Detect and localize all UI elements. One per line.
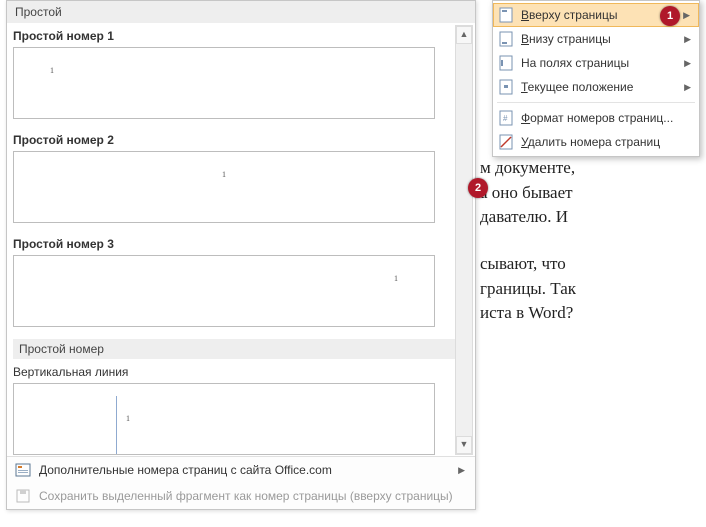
gallery-item-preview-1[interactable]: 1 (13, 47, 435, 119)
menu-format-numbers[interactable]: # Формат номеров страниц... (493, 106, 699, 130)
page-current-icon (497, 78, 515, 96)
save-icon (15, 488, 31, 504)
menu-separator (497, 102, 695, 103)
gallery-item-label: Простой номер 2 (13, 131, 469, 151)
menu-label: Удалить номера страниц (521, 135, 660, 149)
format-icon: # (497, 109, 515, 127)
menu-bottom-of-page[interactable]: Внизу страницы ▶ (493, 27, 699, 51)
svg-text:#: # (503, 114, 508, 123)
gallery-item-label: Простой номер 3 (13, 235, 469, 255)
chevron-right-icon: ▶ (684, 34, 691, 45)
menu-label: Вверху страницы (521, 8, 617, 22)
gallery-footer: Дополнительные номера страниц с сайта Of… (7, 456, 475, 509)
page-margin-icon (497, 54, 515, 72)
more-from-office-label: Дополнительные номера страниц с сайта Of… (39, 463, 332, 477)
scroll-track[interactable] (456, 44, 472, 436)
scroll-down-icon[interactable]: ▼ (456, 436, 472, 454)
remove-icon (497, 133, 515, 151)
page-bottom-icon (497, 30, 515, 48)
gallery-item-preview-2[interactable]: 1 (13, 151, 435, 223)
more-from-office-button[interactable]: Дополнительные номера страниц с сайта Of… (7, 457, 475, 483)
gallery-section-simple: Простой (7, 1, 475, 23)
chevron-right-icon: ▶ (684, 58, 691, 69)
page-number-gallery: Простой Простой номер 1 1 Простой номер … (6, 0, 476, 510)
scroll-up-icon[interactable]: ▲ (456, 26, 472, 44)
office-icon (15, 462, 31, 478)
chevron-right-icon: ▶ (458, 465, 465, 476)
gallery-item-label: Вертикальная линия (13, 363, 469, 383)
menu-current-position[interactable]: Текущее положение ▶ (493, 75, 699, 99)
menu-page-margins[interactable]: На полях страницы ▶ (493, 51, 699, 75)
menu-label: Формат номеров страниц... (521, 111, 673, 125)
document-body-text: м документе, а оно бывает давателю. И сы… (480, 156, 680, 326)
page-top-icon (497, 6, 515, 24)
gallery-body: Простой номер 1 1 Простой номер 2 1 Прос… (7, 23, 475, 456)
chevron-right-icon: ▶ (683, 10, 690, 21)
annotation-marker-1: 1 (660, 6, 680, 26)
save-selection-button: Сохранить выделенный фрагмент как номер … (7, 483, 475, 509)
annotation-marker-2: 2 (468, 178, 488, 198)
menu-label: На полях страницы (521, 56, 629, 70)
gallery-item-preview-3[interactable]: 1 (13, 255, 435, 327)
chevron-right-icon: ▶ (684, 82, 691, 93)
menu-label: Внизу страницы (521, 32, 611, 46)
save-selection-label: Сохранить выделенный фрагмент как номер … (39, 489, 453, 503)
gallery-scrollbar[interactable]: ▲ ▼ (455, 25, 473, 455)
menu-label: Текущее положение (521, 80, 633, 94)
menu-remove-numbers[interactable]: Удалить номера страниц (493, 130, 699, 154)
gallery-item-preview-vline[interactable]: 1 (13, 383, 435, 455)
gallery-item-label: Простой номер 1 (13, 27, 469, 47)
gallery-section-plain: Простой номер (13, 339, 465, 359)
